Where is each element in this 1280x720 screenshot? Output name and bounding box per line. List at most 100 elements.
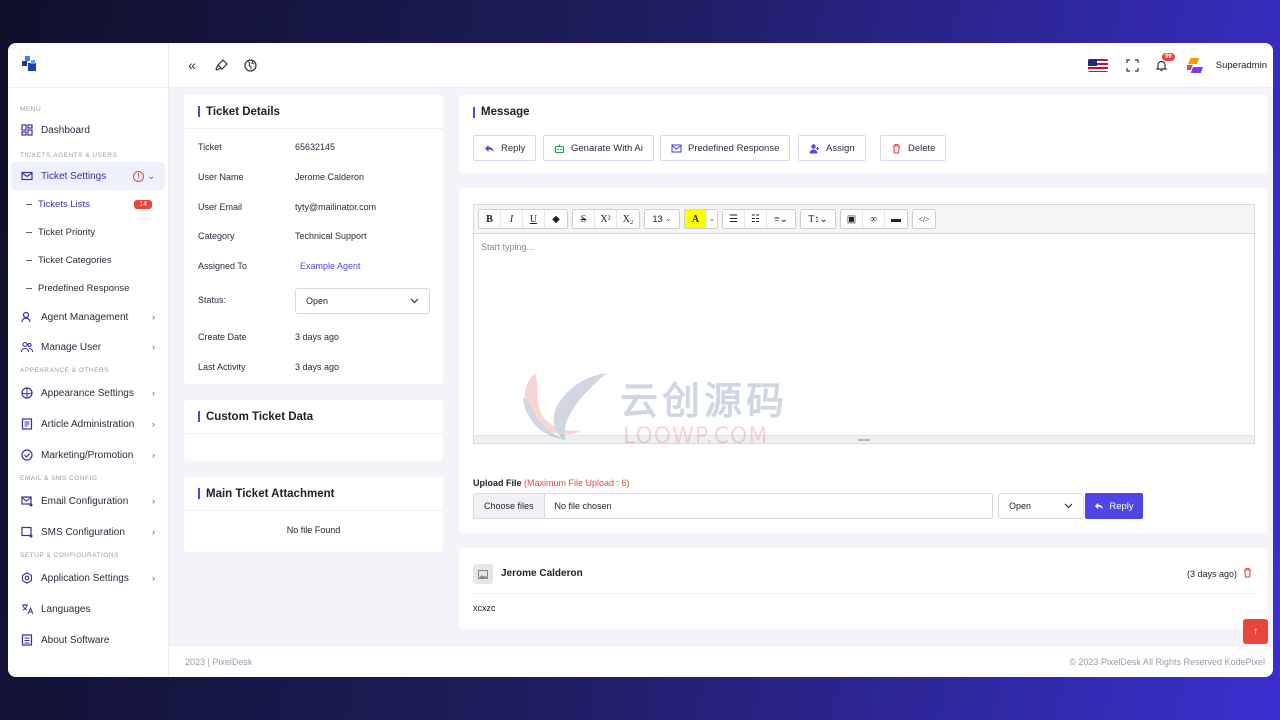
delete-button[interactable]: Delete	[880, 135, 947, 161]
generate-ai-button[interactable]: Genarate With Ai	[543, 135, 654, 161]
font-size-select[interactable]: 13 ⌄	[644, 209, 680, 229]
bullet-list-button[interactable]: ☰	[723, 210, 745, 228]
card-title: Ticket Details	[206, 105, 280, 118]
submit-reply-button[interactable]: Reply	[1085, 493, 1143, 519]
button-label: Delete	[908, 142, 936, 154]
create-date-label: Create Date	[198, 332, 247, 342]
image-placeholder-icon	[478, 569, 488, 579]
sidebar-item-label: Application Settings	[41, 572, 129, 584]
paint-brush-icon[interactable]	[214, 58, 228, 72]
bold-button[interactable]: B	[479, 210, 501, 228]
main-attachment-card: Main Ticket Attachment No file Found	[184, 477, 443, 552]
predefined-response-button[interactable]: Predefined Response	[660, 135, 791, 161]
align-button[interactable]: ≡⌄	[767, 210, 795, 228]
notification-count-badge: 99	[1162, 52, 1175, 61]
chevron-right-icon: ›	[152, 573, 155, 583]
button-label: Assign	[826, 142, 855, 154]
avatar[interactable]	[1182, 56, 1207, 76]
sidebar-sub-ticket-priority[interactable]: Ticket Priority	[8, 218, 168, 246]
robot-icon	[554, 143, 565, 154]
mail-settings-icon	[21, 495, 33, 507]
fullscreen-icon[interactable]	[1126, 59, 1140, 73]
sidebar-item-agent-management[interactable]: Agent Management ›	[11, 303, 165, 331]
trash-icon	[891, 143, 902, 154]
eraser-button[interactable]: ◆	[545, 210, 567, 228]
sidebar-item-application-settings[interactable]: Application Settings ›	[11, 564, 165, 592]
sidebar-item-about-software[interactable]: About Software	[11, 626, 165, 654]
us-flag-icon[interactable]	[1087, 59, 1108, 72]
button-label: Reply	[1109, 500, 1134, 512]
editor-content[interactable]: Start typing...	[474, 234, 1254, 260]
trash-icon[interactable]	[1242, 567, 1253, 581]
upload-label-text: Upload File	[473, 478, 522, 488]
choose-files-button[interactable]: Choose files	[474, 494, 545, 518]
numbered-list-button[interactable]: ☷	[745, 210, 767, 228]
sms-icon	[21, 526, 33, 538]
sidebar-sub-label: Predefined Response	[38, 282, 130, 294]
notification-bell-icon[interactable]: 99	[1155, 52, 1175, 73]
sidebar-item-label: Agent Management	[41, 311, 129, 323]
sidebar-item-ticket-settings[interactable]: Ticket Settings ! ⌄	[11, 162, 165, 190]
sidebar-sub-label: Ticket Priority	[38, 226, 96, 238]
count-badge: 14	[134, 199, 152, 209]
status-select[interactable]: Open	[295, 288, 430, 314]
sidebar-item-label: Marketing/Promotion	[41, 449, 134, 461]
section-setup: SETUP & CONFIGURATIONS	[20, 552, 119, 559]
app-logo[interactable]	[8, 43, 168, 88]
palette-icon	[21, 387, 33, 399]
link-icon[interactable]: ∞	[863, 210, 885, 228]
sidebar-item-manage-user[interactable]: Manage User ›	[11, 333, 165, 361]
sidebar-sub-ticket-categories[interactable]: Ticket Categories	[8, 246, 168, 274]
globe-icon[interactable]	[243, 58, 257, 72]
users-icon	[21, 341, 33, 353]
scroll-to-top-button[interactable]: ↑	[1243, 619, 1268, 644]
button-label: Predefined Response	[688, 142, 780, 154]
reply-button[interactable]: Reply	[473, 135, 537, 161]
sidebar-item-article-administration[interactable]: Article Administration ›	[11, 410, 165, 438]
assigned-agent-link[interactable]: Example Agent	[300, 261, 361, 271]
sidebar-item-label: Email Configuration	[41, 495, 129, 507]
sidebar-item-email-configuration[interactable]: Email Configuration ›	[11, 487, 165, 515]
sidebar-item-sms-configuration[interactable]: SMS Configuration ›	[11, 518, 165, 546]
reply-arrow-icon	[1094, 501, 1104, 511]
message-card: Message Reply Genarate With Ai Predefine…	[459, 95, 1268, 173]
editor-resize-handle[interactable]	[474, 435, 1254, 443]
reply-editor-card: B I U ◆ S X² X₂ 13 ⌄ A ⌄ ☰ ☷ ≡⌄ T↕⌄ ▣ ∞ …	[459, 188, 1268, 533]
superscript-button[interactable]: X²	[595, 210, 617, 228]
user-name[interactable]: Superadmin	[1216, 60, 1267, 71]
image-icon[interactable]: ▣	[841, 210, 863, 228]
sidebar-item-marketing-promotion[interactable]: Marketing/Promotion ›	[11, 441, 165, 469]
subscript-button[interactable]: X₂	[617, 210, 639, 228]
file-upload-input[interactable]: Choose files No file chosen	[473, 493, 993, 519]
video-icon[interactable]: ▬	[885, 210, 907, 228]
highlight-color-button[interactable]: A	[685, 210, 707, 228]
reply-author: Jerome Calderon	[501, 568, 583, 579]
text-style-button[interactable]: T↕⌄	[801, 210, 835, 228]
font-size-value: 13	[652, 214, 663, 224]
no-file-text: No file Found	[286, 525, 341, 535]
reply-arrow-icon	[484, 143, 495, 154]
sidebar-item-label: Article Administration	[41, 418, 135, 430]
italic-button[interactable]: I	[501, 210, 523, 228]
reply-status-select[interactable]: Open	[998, 493, 1084, 519]
chevron-right-icon: ›	[152, 312, 155, 322]
sidebar-item-label: Appearance Settings	[41, 387, 134, 399]
underline-button[interactable]: U	[523, 210, 545, 228]
collapse-sidebar-icon[interactable]: «	[185, 57, 199, 73]
chevron-right-icon: ›	[152, 527, 155, 537]
last-activity-label: Last Activity	[198, 362, 246, 372]
color-dropdown-button[interactable]: ⌄	[707, 210, 717, 228]
sidebar-item-appearance-settings[interactable]: Appearance Settings ›	[11, 379, 165, 407]
strikethrough-button[interactable]: S	[573, 210, 595, 228]
sidebar-sub-tickets-lists[interactable]: Tickets Lists 14	[8, 190, 168, 218]
sidebar-sub-predefined-response[interactable]: Predefined Response	[8, 274, 168, 302]
document-icon	[21, 634, 33, 646]
card-header: Main Ticket Attachment	[184, 477, 443, 511]
card-title: Custom Ticket Data	[206, 410, 314, 423]
sidebar-item-dashboard[interactable]: Dashboard	[11, 116, 165, 144]
footer-right: © 2023 PixelDesk All Rights Reserved Kod…	[1069, 657, 1265, 667]
code-view-button[interactable]: </>	[913, 210, 935, 228]
sidebar-item-languages[interactable]: Languages	[11, 595, 165, 623]
assign-button[interactable]: Assign	[798, 135, 866, 161]
upload-label: Upload File (Maximum File Upload : 6)	[473, 478, 630, 488]
